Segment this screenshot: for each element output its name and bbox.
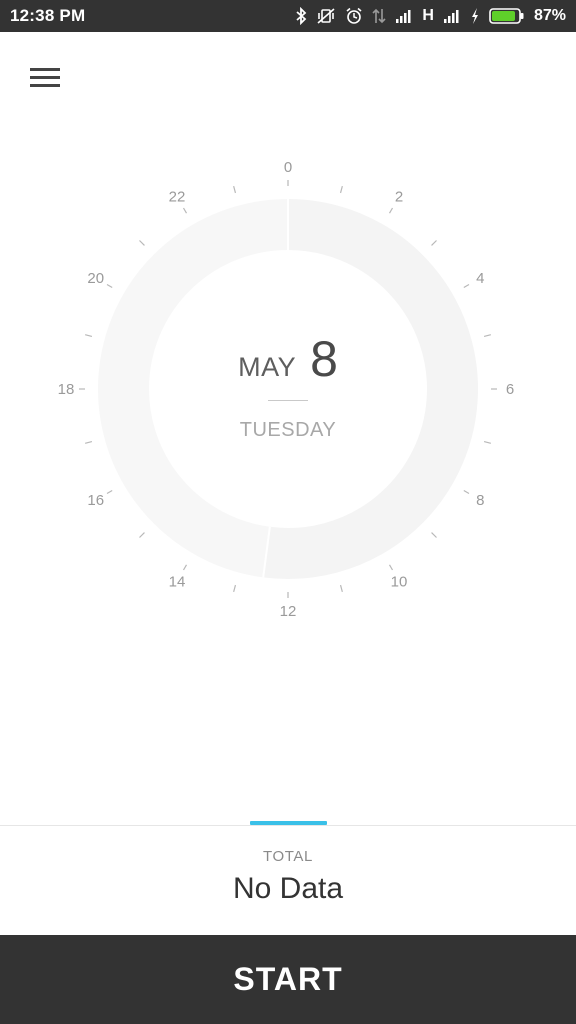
hour-tick	[106, 489, 113, 495]
battery-percent: 87%	[533, 7, 566, 24]
start-button[interactable]: START	[0, 935, 576, 1024]
hour-tick	[233, 584, 237, 592]
hour-tick	[339, 584, 343, 592]
hour-tick	[483, 334, 491, 338]
status-bar: 12:38 PM H 87%	[0, 0, 576, 32]
date-weekday: TUESDAY	[239, 419, 337, 441]
network-type: H	[422, 7, 434, 24]
date-divider	[268, 400, 308, 401]
status-time: 12:38 PM	[10, 6, 86, 25]
total-value: No Data	[232, 872, 344, 905]
hour-tick	[431, 240, 437, 246]
hour-tick	[388, 207, 394, 214]
hour-tick	[139, 240, 145, 246]
signal-icon	[443, 8, 461, 24]
hour-label-14: 14	[169, 573, 186, 590]
hour-tick	[182, 207, 188, 214]
status-icons: H 87%	[295, 7, 566, 25]
hour-tick	[233, 186, 237, 194]
hour-label-22: 22	[169, 189, 186, 206]
hour-tick	[182, 564, 188, 571]
hour-label-4: 4	[476, 270, 484, 287]
alarm-icon	[345, 7, 363, 25]
hour-label-10: 10	[391, 573, 408, 590]
hour-tick	[388, 564, 394, 571]
hour-label-8: 8	[476, 492, 484, 509]
hour-tick	[106, 283, 113, 289]
hour-label-16: 16	[87, 492, 104, 509]
hour-label-2: 2	[395, 189, 403, 206]
charging-icon	[470, 7, 480, 25]
hour-label-12: 12	[280, 603, 297, 620]
hour-label-18: 18	[58, 381, 75, 398]
data-arrows-icon	[372, 7, 386, 25]
hour-tick	[463, 283, 470, 289]
hour-label-20: 20	[87, 270, 104, 287]
battery-icon	[489, 7, 525, 25]
hour-tick	[463, 489, 470, 495]
date-display: MAY 8 TUESDAY	[188, 330, 388, 442]
summary-divider	[0, 825, 576, 826]
hour-tick	[431, 532, 437, 538]
hour-tick	[85, 440, 93, 444]
total-label: TOTAL	[263, 848, 313, 865]
hour-label-0: 0	[284, 159, 292, 176]
hour-tick	[139, 532, 145, 538]
hour-tick	[483, 440, 491, 444]
signal-icon	[395, 8, 413, 24]
hour-tick	[85, 334, 93, 338]
date-day: 8	[310, 331, 338, 387]
hour-label-6: 6	[506, 381, 514, 398]
vibrate-icon	[316, 7, 336, 25]
date-month: MAY	[238, 352, 297, 382]
menu-icon	[30, 68, 60, 87]
bluetooth-icon	[295, 7, 307, 25]
hour-tick	[339, 186, 343, 194]
menu-button[interactable]	[26, 60, 64, 94]
